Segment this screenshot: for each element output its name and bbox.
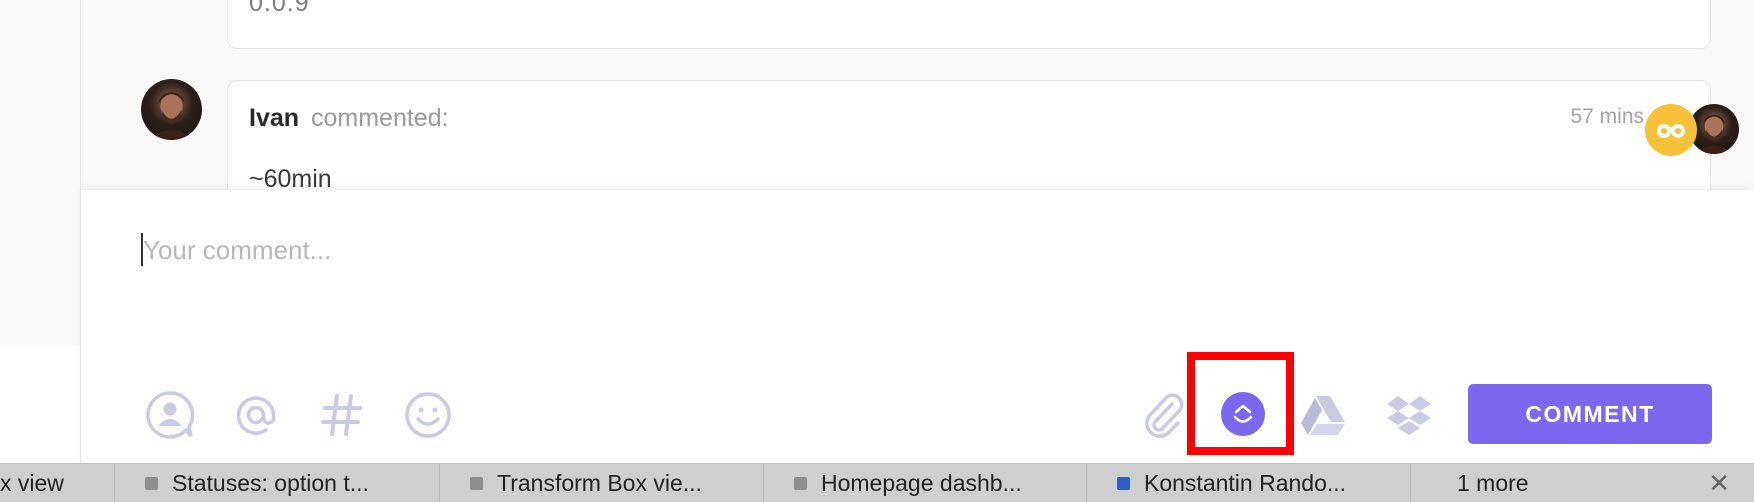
emoji-icon bbox=[405, 392, 451, 438]
attachment-button[interactable] bbox=[1136, 388, 1190, 442]
avatar[interactable] bbox=[141, 79, 202, 140]
avatar-portrait-icon bbox=[149, 92, 194, 140]
tab-title: Konstantin Rando... bbox=[1144, 470, 1347, 496]
comment-card: Ivan commented: 57 mins ~60min bbox=[227, 80, 1711, 200]
tab-item[interactable]: Konstantin Rando... bbox=[1087, 464, 1411, 502]
close-icon[interactable]: ✕ bbox=[1708, 468, 1730, 499]
page: 0.0.9 Ivan commented: 57 mins ~60min You… bbox=[0, 0, 1754, 502]
tab-title: Homepage dashb... bbox=[821, 470, 1022, 496]
comment-author[interactable]: Ivan bbox=[249, 104, 299, 133]
clickup-icon bbox=[1233, 404, 1253, 423]
previous-comment-text: 0.0.9 bbox=[249, 0, 310, 17]
page-icon bbox=[145, 477, 158, 490]
comment-input[interactable] bbox=[143, 226, 1643, 274]
dropbox-icon bbox=[1387, 396, 1431, 435]
tab-title: Transform Box vie... bbox=[497, 470, 702, 496]
assign-person-button[interactable] bbox=[143, 388, 197, 442]
emoji-button[interactable] bbox=[401, 388, 455, 442]
google-drive-icon bbox=[1301, 396, 1345, 435]
google-drive-button[interactable] bbox=[1296, 388, 1350, 442]
tab-item[interactable]: Statuses: option t... bbox=[115, 464, 440, 502]
mention-icon bbox=[236, 396, 276, 435]
tab-item[interactable]: Transform Box vie... bbox=[440, 464, 764, 502]
tab-item[interactable]: x view bbox=[0, 464, 115, 502]
comment-submit-button[interactable]: COMMENT bbox=[1468, 384, 1712, 444]
clickup-button[interactable] bbox=[1221, 392, 1265, 436]
tab-bar: x view Statuses: option t... Transform B… bbox=[0, 463, 1754, 502]
attachment-icon bbox=[1145, 393, 1184, 438]
left-gutter-lower bbox=[0, 345, 80, 463]
assign-person-icon bbox=[146, 391, 195, 439]
page-icon bbox=[1117, 477, 1130, 490]
tab-title: x view bbox=[0, 470, 64, 496]
tab-item[interactable]: 1 more bbox=[1411, 464, 1754, 502]
hashtag-icon bbox=[321, 394, 362, 436]
tab-item[interactable]: Homepage dashb... bbox=[764, 464, 1087, 502]
mention-button[interactable] bbox=[229, 388, 283, 442]
tab-title: 1 more bbox=[1457, 470, 1529, 496]
page-icon bbox=[794, 477, 807, 490]
comment-time: 57 mins bbox=[1570, 105, 1644, 128]
binoculars-icon bbox=[1657, 124, 1685, 138]
page-icon bbox=[470, 477, 483, 490]
left-gutter bbox=[0, 0, 80, 345]
dropbox-button[interactable] bbox=[1382, 388, 1436, 442]
comment-action: commented: bbox=[311, 104, 449, 132]
viewer-badge[interactable] bbox=[1645, 104, 1697, 156]
tab-title: Statuses: option t... bbox=[172, 470, 369, 496]
hashtag-button[interactable] bbox=[315, 388, 369, 442]
previous-comment-card: 0.0.9 bbox=[227, 0, 1711, 49]
